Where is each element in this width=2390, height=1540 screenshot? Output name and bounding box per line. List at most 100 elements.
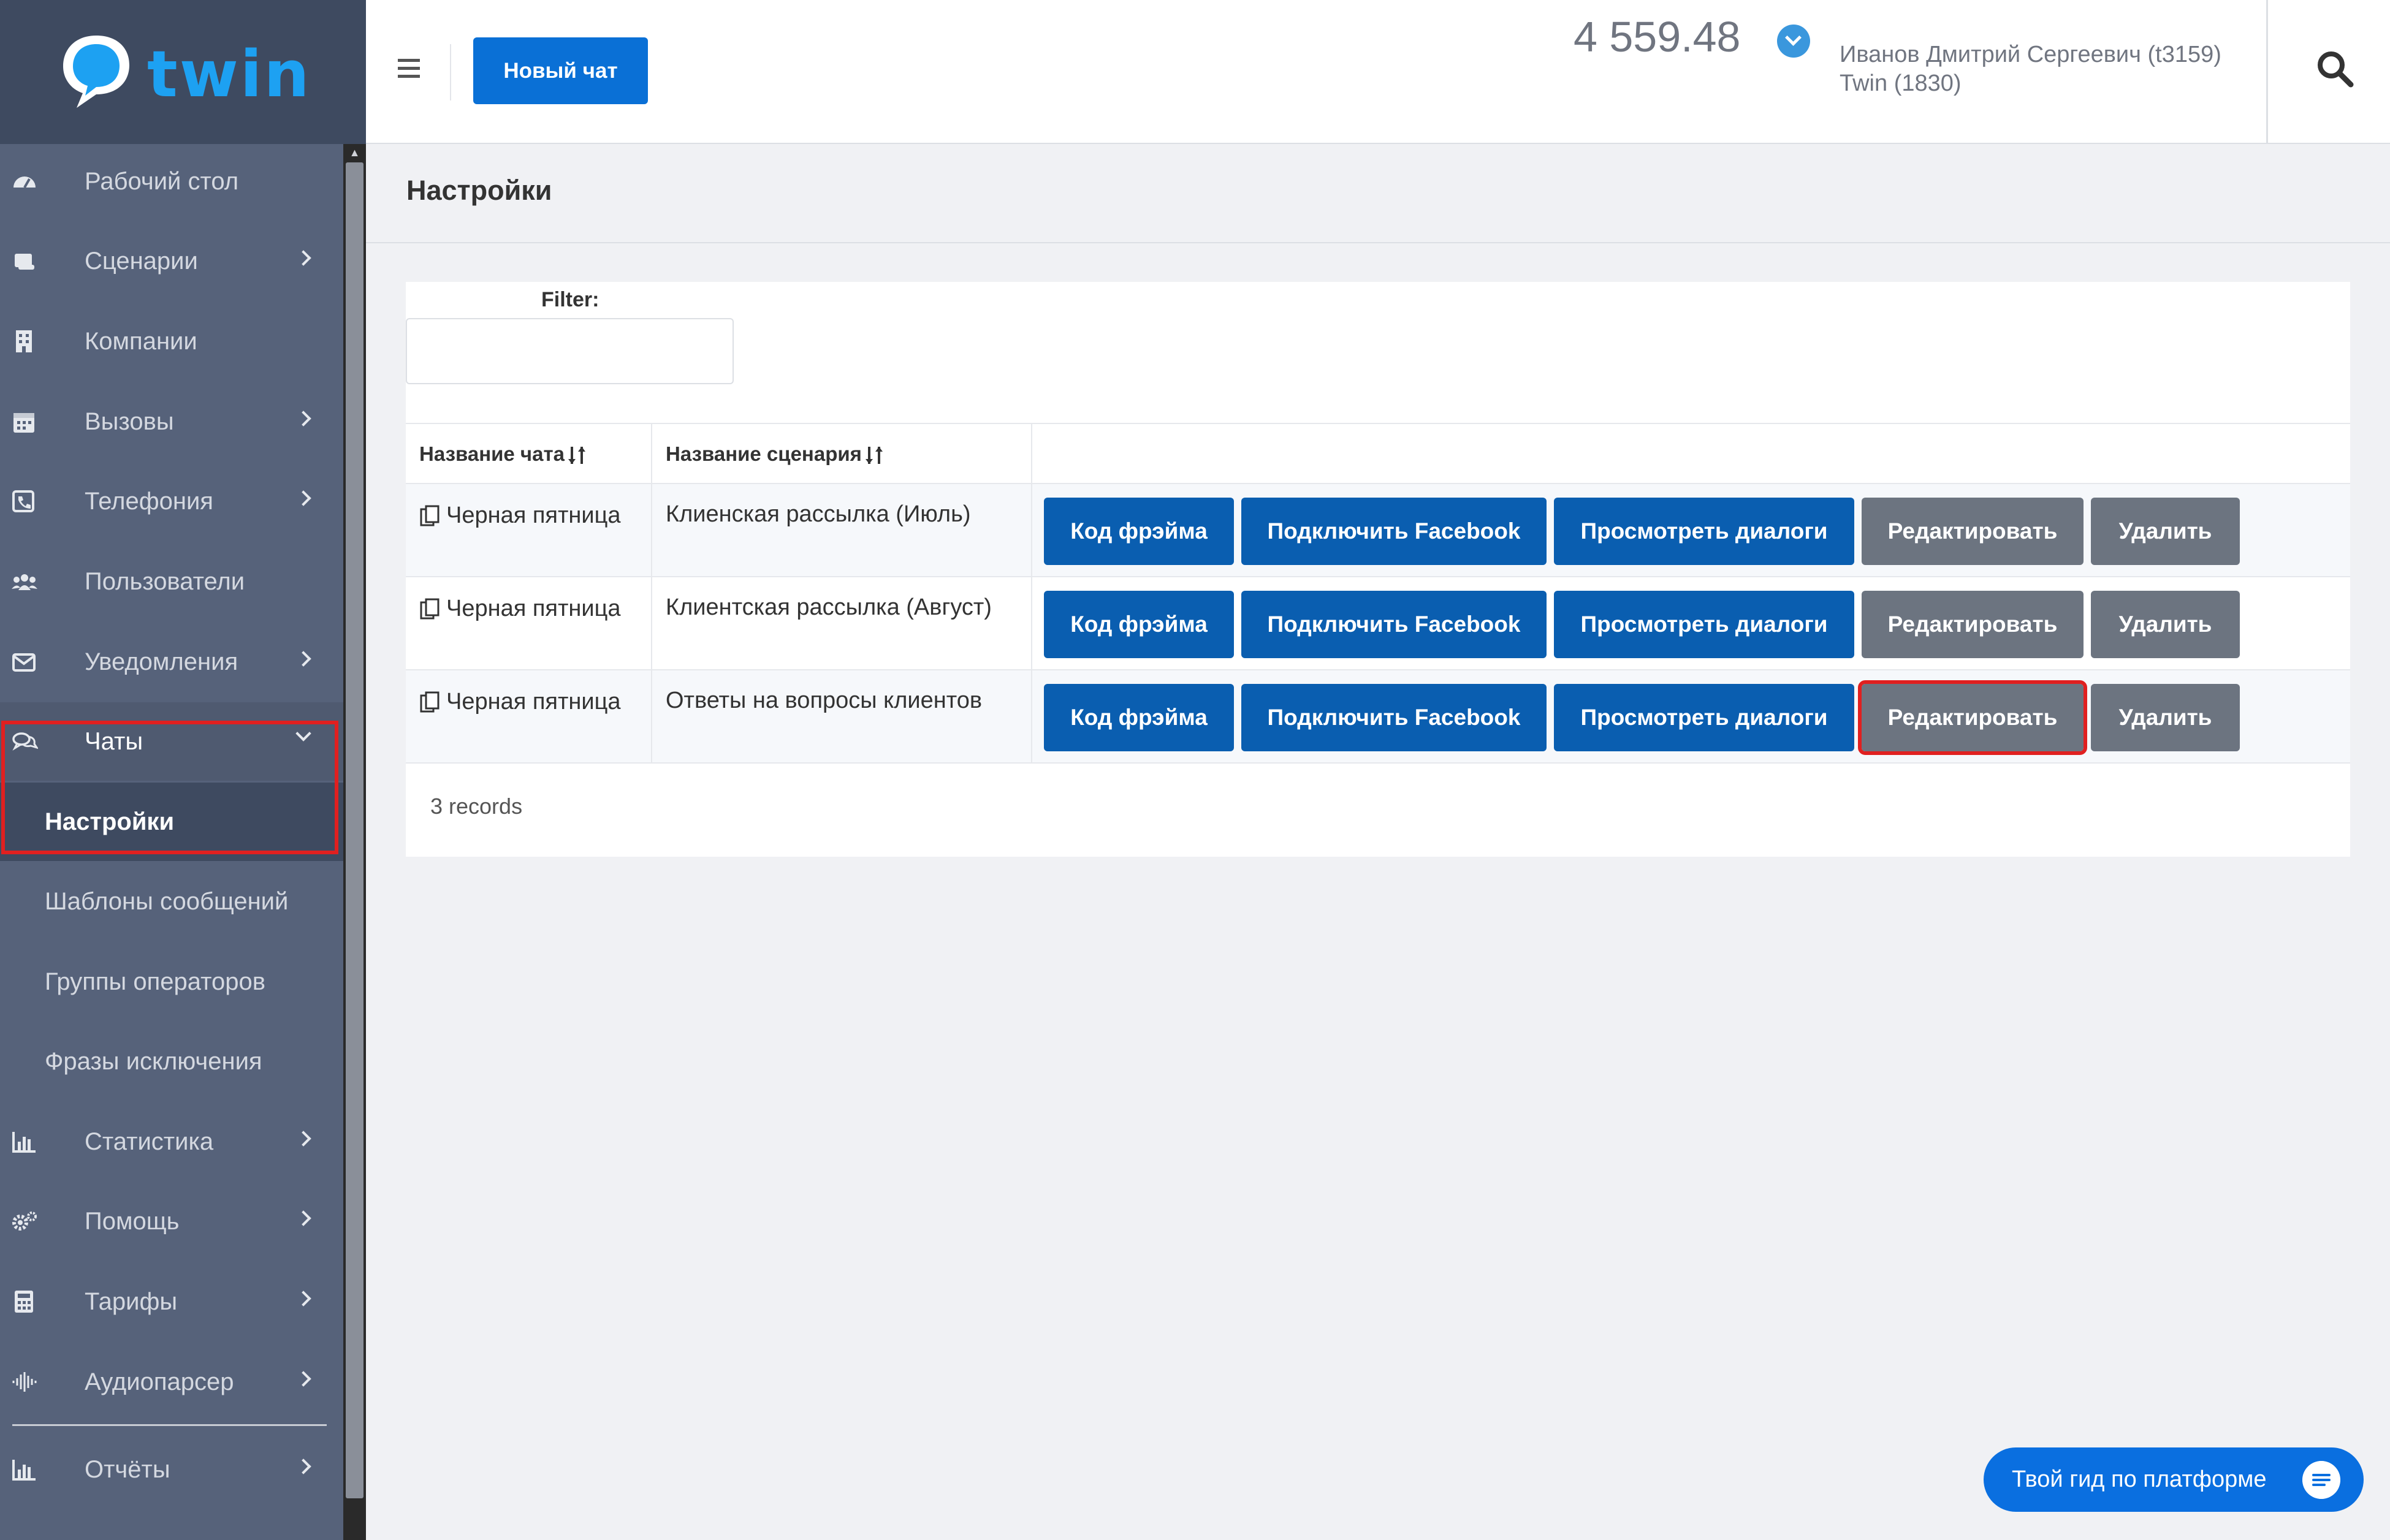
edit-button[interactable]: Редактировать — [1862, 498, 2084, 565]
chevron-right-icon — [295, 1458, 311, 1474]
scrollbar-thumb[interactable] — [346, 162, 363, 1498]
sidebar-subitem-operator-groups[interactable]: Группы операторов — [0, 943, 343, 1021]
chat-name-cell: Черная пятница — [419, 503, 621, 529]
sort-icon[interactable] — [864, 444, 884, 466]
sidebar-item-users[interactable]: Пользователи — [0, 542, 343, 621]
chevron-down-icon — [295, 726, 311, 742]
scenario-name-cell: Клиентская рассылка (Август) — [666, 594, 992, 620]
sidebar-subitem-templates[interactable]: Шаблоны сообщений — [0, 862, 343, 941]
copy-document-icon[interactable] — [419, 597, 440, 621]
new-chat-button[interactable]: Новый чат — [473, 37, 648, 104]
filter-label: Filter: — [541, 288, 599, 311]
records-count: 3 records — [430, 794, 523, 819]
sidebar-subitem-settings[interactable]: Настройки — [0, 783, 343, 861]
edit-button[interactable]: Редактировать — [1862, 591, 2084, 658]
sidebar-subitem-label: Фразы исключения — [45, 1047, 262, 1075]
connect-facebook-button[interactable]: Подключить Facebook — [1241, 684, 1547, 751]
copy-document-icon[interactable] — [419, 504, 440, 528]
column-header-chat-name[interactable]: Название чата — [419, 442, 587, 466]
connect-facebook-button[interactable]: Подключить Facebook — [1241, 498, 1547, 565]
top-header: Новый чат 4 559.48 Иванов Дмитрий Сергее… — [366, 0, 2390, 144]
sidebar-item-label: Аудиопарсер — [85, 1368, 234, 1395]
delete-button[interactable]: Удалить — [2091, 498, 2240, 565]
sidebar-item-reports[interactable]: Отчёты — [0, 1430, 343, 1509]
phone-icon — [12, 490, 34, 512]
sidebar-item-label: Пользователи — [85, 567, 245, 595]
sidebar-item-statistics[interactable]: Статистика — [0, 1102, 343, 1181]
chat-name-cell: Черная пятница — [419, 596, 621, 622]
sidebar-subitem-label: Группы операторов — [45, 968, 266, 995]
calculator-icon — [15, 1291, 33, 1313]
sidebar-item-label: Рабочий стол — [85, 167, 239, 195]
search-icon[interactable] — [2314, 48, 2357, 91]
balance-amount: 4 559.48 — [1574, 13, 1741, 61]
edit-button[interactable]: Редактировать — [1858, 680, 2087, 755]
column-header-scenario-name[interactable]: Название сценария — [666, 442, 884, 466]
chevron-right-icon — [295, 1371, 311, 1387]
sidebar-item-telephony[interactable]: Телефония — [0, 462, 343, 541]
sidebar-item-scenarios[interactable]: Сценарии — [0, 222, 343, 300]
sidebar-item-calls[interactable]: Вызовы — [0, 382, 343, 461]
sidebar-item-label: Тарифы — [85, 1288, 178, 1315]
sidebar-item-label: Компании — [85, 327, 197, 355]
filter-input[interactable] — [406, 318, 734, 384]
sidebar: Рабочий стол Сценарии Компании Вызовы Те… — [0, 0, 343, 1540]
chats-table-panel: Filter: Название чата Название сценария … — [406, 282, 2350, 857]
frame-code-button[interactable]: Код фрэйма — [1044, 684, 1234, 751]
delete-button[interactable]: Удалить — [2091, 591, 2240, 658]
chevron-down-circle-icon[interactable] — [1777, 25, 1810, 58]
view-dialogs-button[interactable]: Просмотреть диалоги — [1554, 684, 1854, 751]
view-dialogs-button[interactable]: Просмотреть диалоги — [1554, 498, 1854, 565]
sidebar-item-tariffs[interactable]: Тарифы — [0, 1262, 343, 1341]
chevron-right-icon — [295, 651, 311, 667]
delete-button[interactable]: Удалить — [2091, 684, 2240, 751]
table-row: Черная пятница Ответы на вопросы клиенто… — [406, 670, 2350, 764]
sidebar-item-audioparser[interactable]: Аудиопарсер — [0, 1343, 343, 1421]
bar-chart-icon — [12, 1132, 36, 1153]
table-header: Название чата Название сценария — [406, 423, 2350, 484]
sidebar-item-label: Помощь — [85, 1207, 180, 1235]
sidebar-item-help[interactable]: Помощь — [0, 1182, 343, 1261]
scenario-name-cell: Клиенская рассылка (Июль) — [666, 501, 971, 527]
view-dialogs-button[interactable]: Просмотреть диалоги — [1554, 591, 1854, 658]
sidebar-item-companies[interactable]: Компании — [0, 302, 343, 381]
frame-code-button[interactable]: Код фрэйма — [1044, 591, 1234, 658]
sidebar-subitem-label: Шаблоны сообщений — [45, 887, 289, 915]
chevron-right-icon — [295, 490, 311, 506]
gears-icon — [12, 1212, 37, 1231]
sidebar-item-notifications[interactable]: Уведомления — [0, 623, 343, 701]
scenario-name-cell: Ответы на вопросы клиентов — [666, 688, 983, 713]
sidebar-subitem-exclusion-phrases[interactable]: Фразы исключения — [0, 1022, 343, 1101]
connect-facebook-button[interactable]: Подключить Facebook — [1241, 591, 1547, 658]
platform-guide-button[interactable]: Твой гид по платформе — [1984, 1447, 2364, 1512]
page-title: Настройки — [406, 175, 552, 206]
logo[interactable]: twin — [0, 0, 366, 144]
sidebar-scrollbar[interactable]: ▲ — [343, 144, 366, 1540]
chat-name-cell: Черная пятница — [419, 689, 621, 715]
chevron-right-icon — [295, 1291, 311, 1307]
audio-icon — [12, 1372, 37, 1392]
hamburger-menu-icon[interactable] — [398, 59, 420, 78]
guide-label: Твой гид по платформе — [2012, 1466, 2267, 1492]
sort-icon[interactable] — [567, 444, 587, 466]
brand-name: twin — [147, 37, 311, 112]
header-divider — [2266, 0, 2268, 144]
sidebar-item-chats[interactable]: Чаты — [0, 702, 343, 781]
twin-logo-icon — [63, 36, 129, 108]
user-name[interactable]: Иванов Дмитрий Сергеевич (t3159) — [1840, 42, 2221, 68]
sidebar-divider — [12, 1424, 327, 1426]
chevron-right-icon — [295, 1131, 311, 1147]
copy-document-icon[interactable] — [419, 691, 440, 714]
chat-icon — [12, 732, 38, 751]
header-divider — [450, 44, 451, 101]
scroll-up-arrow-icon[interactable]: ▲ — [343, 144, 366, 161]
chevron-right-icon — [295, 411, 311, 427]
sidebar-item-label: Чаты — [85, 727, 143, 755]
sidebar-item-dashboard[interactable]: Рабочий стол — [0, 142, 343, 221]
report-chart-icon — [12, 1460, 36, 1481]
column-divider — [651, 423, 652, 764]
chevron-right-icon — [295, 1210, 311, 1226]
frame-code-button[interactable]: Код фрэйма — [1044, 498, 1234, 565]
sidebar-item-label: Сценарии — [85, 247, 198, 275]
user-organization[interactable]: Twin (1830) — [1840, 70, 1962, 97]
